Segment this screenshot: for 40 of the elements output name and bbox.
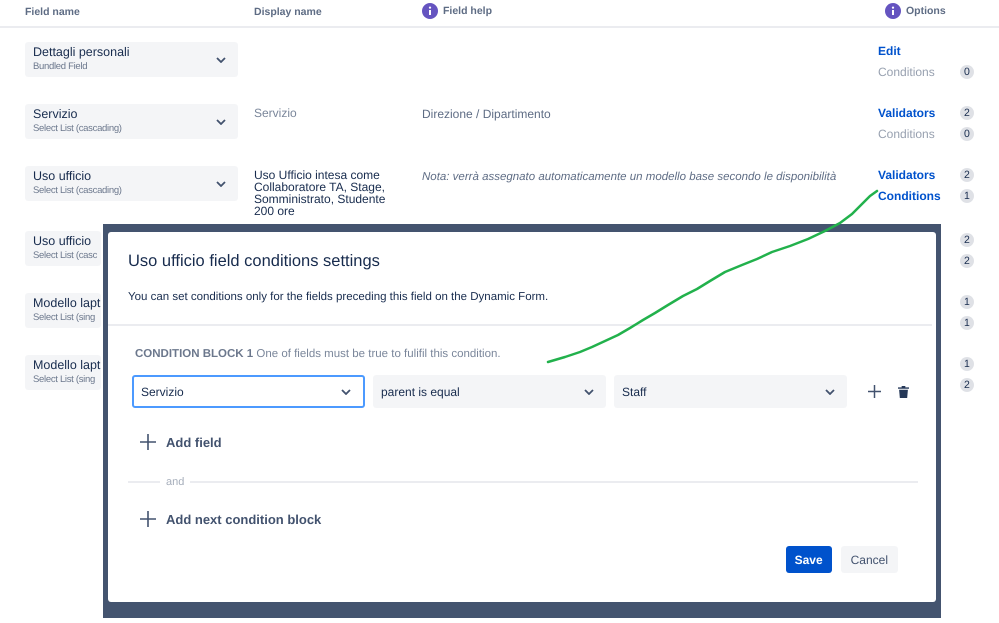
field-select[interactable]: Dettagli personali Bundled Field — [25, 42, 238, 77]
column-header: Options — [906, 4, 946, 17]
column-header: Field name — [25, 5, 80, 18]
block-heading: CONDITION BLOCK 1 One of fields must be true to fulifil this condition. — [135, 348, 502, 360]
add-field-button[interactable]: Add field — [140, 434, 222, 450]
condition-select[interactable]: parent is equal — [373, 375, 606, 408]
add-block-button[interactable]: Add next condition block — [140, 511, 322, 527]
count-badge: 1 — [960, 356, 974, 370]
condition-select[interactable]: Servizio — [132, 375, 365, 408]
count-badge: 0 — [960, 64, 974, 78]
option-link[interactable]: Validators — [878, 106, 936, 120]
dialog-description: You can set conditions only for the fields preceding this field on the Dynamic Form. — [128, 291, 550, 303]
field-help-text: Nota: verrà assegnato automaticamente un modello base secondo le disponibilità — [422, 171, 836, 183]
option-link[interactable]: Conditions — [878, 188, 941, 202]
column-header: Display name — [254, 5, 322, 18]
separator-label: and — [166, 476, 184, 488]
display-name: Servizio — [254, 107, 298, 119]
count-badge: 1 — [960, 294, 974, 308]
field-select[interactable]: Uso ufficio Select List (casc — [25, 231, 101, 266]
field-select[interactable]: Modello lapt Select List (sing — [25, 355, 101, 390]
count-badge: 2 — [960, 232, 974, 246]
save-button[interactable]: Save — [786, 546, 832, 573]
option-link[interactable]: Edit — [878, 44, 901, 58]
count-badge: 1 — [960, 316, 974, 330]
field-select[interactable]: Servizio Select List (cascading) — [25, 104, 238, 139]
count-badge: 2 — [960, 106, 974, 120]
dialog-title: Uso ufficio field conditions settings — [128, 252, 381, 271]
condition-select[interactable]: Staff — [614, 375, 847, 408]
field-select[interactable]: Modello lapt Select List (sing — [25, 293, 101, 328]
display-name: Uso Ufficio intesa come Collaboratore TA, Stage, Somministrato, Studente 200 ore — [254, 169, 386, 217]
count-badge: 0 — [960, 126, 974, 140]
count-badge: 2 — [960, 378, 974, 392]
field-select[interactable]: Uso ufficio Select List (cascading) — [25, 166, 238, 201]
count-badge: 2 — [960, 168, 974, 182]
count-badge: 1 — [960, 188, 974, 202]
option-link[interactable]: Validators — [878, 168, 936, 182]
field-help-text: Direzione / Dipartimento — [422, 107, 551, 121]
count-badge: 2 — [960, 254, 974, 268]
cancel-button[interactable]: Cancel — [840, 546, 898, 573]
column-header: Field help — [443, 4, 492, 17]
